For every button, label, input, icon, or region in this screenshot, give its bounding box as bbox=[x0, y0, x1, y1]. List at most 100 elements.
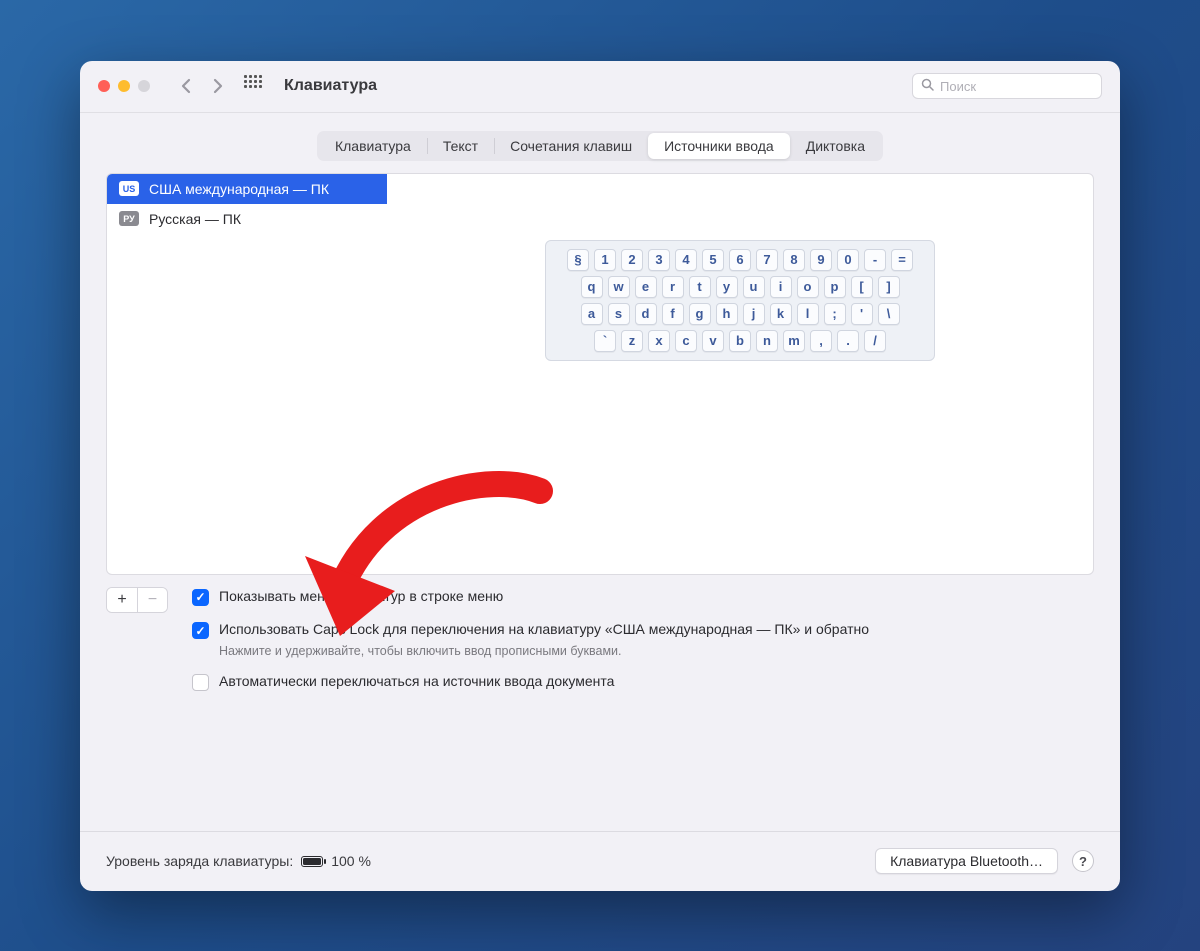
battery-percent: 100 % bbox=[331, 853, 371, 869]
key: b bbox=[729, 330, 751, 352]
key: = bbox=[891, 249, 913, 271]
checkbox[interactable] bbox=[192, 589, 209, 606]
keyboard-preview: §1234567890-= qwertyuiop[] asdfghjkl;'\ … bbox=[545, 240, 935, 361]
option-caps-lock: Использовать Caps Lock для переключения … bbox=[192, 620, 1094, 658]
key: a bbox=[581, 303, 603, 325]
key: q bbox=[581, 276, 603, 298]
key: ` bbox=[594, 330, 616, 352]
key: 5 bbox=[702, 249, 724, 271]
key: d bbox=[635, 303, 657, 325]
input-source-label: Русская — ПК bbox=[149, 211, 241, 227]
list-item[interactable]: РУ Русская — ПК bbox=[107, 204, 387, 234]
key: \ bbox=[878, 303, 900, 325]
option-auto-switch: Автоматически переключаться на источник … bbox=[192, 672, 1094, 692]
forward-button[interactable] bbox=[206, 74, 230, 98]
key: / bbox=[864, 330, 886, 352]
checkbox-list: Показывать меню клавиатур в строке меню … bbox=[192, 587, 1094, 706]
add-button[interactable]: + bbox=[107, 588, 137, 612]
key: 2 bbox=[621, 249, 643, 271]
key: e bbox=[635, 276, 657, 298]
key: c bbox=[675, 330, 697, 352]
key: 7 bbox=[756, 249, 778, 271]
add-remove-buttons: + − bbox=[106, 587, 168, 613]
tab-text[interactable]: Текст bbox=[427, 133, 494, 159]
flag-icon: US bbox=[119, 181, 139, 196]
bluetooth-keyboard-button[interactable]: Клавиатура Bluetooth… bbox=[875, 848, 1058, 874]
tab-shortcuts[interactable]: Сочетания клавиш bbox=[494, 133, 648, 159]
key: u bbox=[743, 276, 765, 298]
key: . bbox=[837, 330, 859, 352]
key: r bbox=[662, 276, 684, 298]
battery-icon bbox=[301, 856, 323, 867]
key: w bbox=[608, 276, 630, 298]
key: 9 bbox=[810, 249, 832, 271]
key: k bbox=[770, 303, 792, 325]
key: ] bbox=[878, 276, 900, 298]
key: , bbox=[810, 330, 832, 352]
key: x bbox=[648, 330, 670, 352]
key: - bbox=[864, 249, 886, 271]
checkbox-label: Автоматически переключаться на источник … bbox=[219, 672, 614, 692]
key: 4 bbox=[675, 249, 697, 271]
tab-keyboard[interactable]: Клавиатура bbox=[319, 133, 427, 159]
input-source-label: США международная — ПК bbox=[149, 181, 329, 197]
back-button[interactable] bbox=[174, 74, 198, 98]
input-sources-list[interactable]: US США международная — ПК РУ Русская — П… bbox=[107, 174, 387, 574]
key: l bbox=[797, 303, 819, 325]
search-placeholder: Поиск bbox=[940, 79, 976, 94]
key: 6 bbox=[729, 249, 751, 271]
show-all-icon[interactable] bbox=[244, 75, 266, 97]
option-show-menu: Показывать меню клавиатур в строке меню bbox=[192, 587, 1094, 607]
key: m bbox=[783, 330, 805, 352]
key: § bbox=[567, 249, 589, 271]
keyboard-preview-pane: §1234567890-= qwertyuiop[] asdfghjkl;'\ … bbox=[387, 174, 1093, 574]
key: s bbox=[608, 303, 630, 325]
key: j bbox=[743, 303, 765, 325]
preferences-window: Клавиатура Поиск Клавиатура Текст Сочета… bbox=[80, 61, 1120, 891]
remove-button[interactable]: − bbox=[137, 588, 167, 612]
flag-icon: РУ bbox=[119, 211, 139, 226]
tab-dictation[interactable]: Диктовка bbox=[790, 133, 881, 159]
key: n bbox=[756, 330, 778, 352]
options-area: + − Показывать меню клавиатур в строке м… bbox=[106, 587, 1094, 706]
key: t bbox=[689, 276, 711, 298]
page-title: Клавиатура bbox=[284, 77, 377, 95]
key: 3 bbox=[648, 249, 670, 271]
search-icon bbox=[921, 78, 934, 94]
content-panel: US США международная — ПК РУ Русская — П… bbox=[106, 173, 1094, 575]
key: ; bbox=[824, 303, 846, 325]
checkbox-hint: Нажмите и удерживайте, чтобы включить вв… bbox=[219, 644, 869, 658]
key: 1 bbox=[594, 249, 616, 271]
list-item[interactable]: US США международная — ПК bbox=[107, 174, 387, 204]
key: i bbox=[770, 276, 792, 298]
close-button[interactable] bbox=[98, 80, 110, 92]
checkbox-label: Показывать меню клавиатур в строке меню bbox=[219, 587, 503, 607]
key: g bbox=[689, 303, 711, 325]
key: ' bbox=[851, 303, 873, 325]
checkbox-label: Использовать Caps Lock для переключения … bbox=[219, 620, 869, 640]
tab-input-sources[interactable]: Источники ввода bbox=[648, 133, 790, 159]
key: o bbox=[797, 276, 819, 298]
traffic-lights bbox=[98, 80, 150, 92]
battery-label: Уровень заряда клавиатуры: bbox=[106, 853, 293, 869]
nav-arrows bbox=[174, 74, 230, 98]
tabs-bar: Клавиатура Текст Сочетания клавиш Источн… bbox=[80, 113, 1120, 173]
titlebar: Клавиатура Поиск bbox=[80, 61, 1120, 113]
maximize-button bbox=[138, 80, 150, 92]
key: v bbox=[702, 330, 724, 352]
key: f bbox=[662, 303, 684, 325]
search-input[interactable]: Поиск bbox=[912, 73, 1102, 99]
key: [ bbox=[851, 276, 873, 298]
key: p bbox=[824, 276, 846, 298]
key: h bbox=[716, 303, 738, 325]
minimize-button[interactable] bbox=[118, 80, 130, 92]
checkbox[interactable] bbox=[192, 674, 209, 691]
footer: Уровень заряда клавиатуры: 100 % Клавиат… bbox=[80, 831, 1120, 891]
help-button[interactable]: ? bbox=[1072, 850, 1094, 872]
key: y bbox=[716, 276, 738, 298]
key: z bbox=[621, 330, 643, 352]
key: 0 bbox=[837, 249, 859, 271]
checkbox[interactable] bbox=[192, 622, 209, 639]
segmented-tabs: Клавиатура Текст Сочетания клавиш Источн… bbox=[317, 131, 883, 161]
key: 8 bbox=[783, 249, 805, 271]
